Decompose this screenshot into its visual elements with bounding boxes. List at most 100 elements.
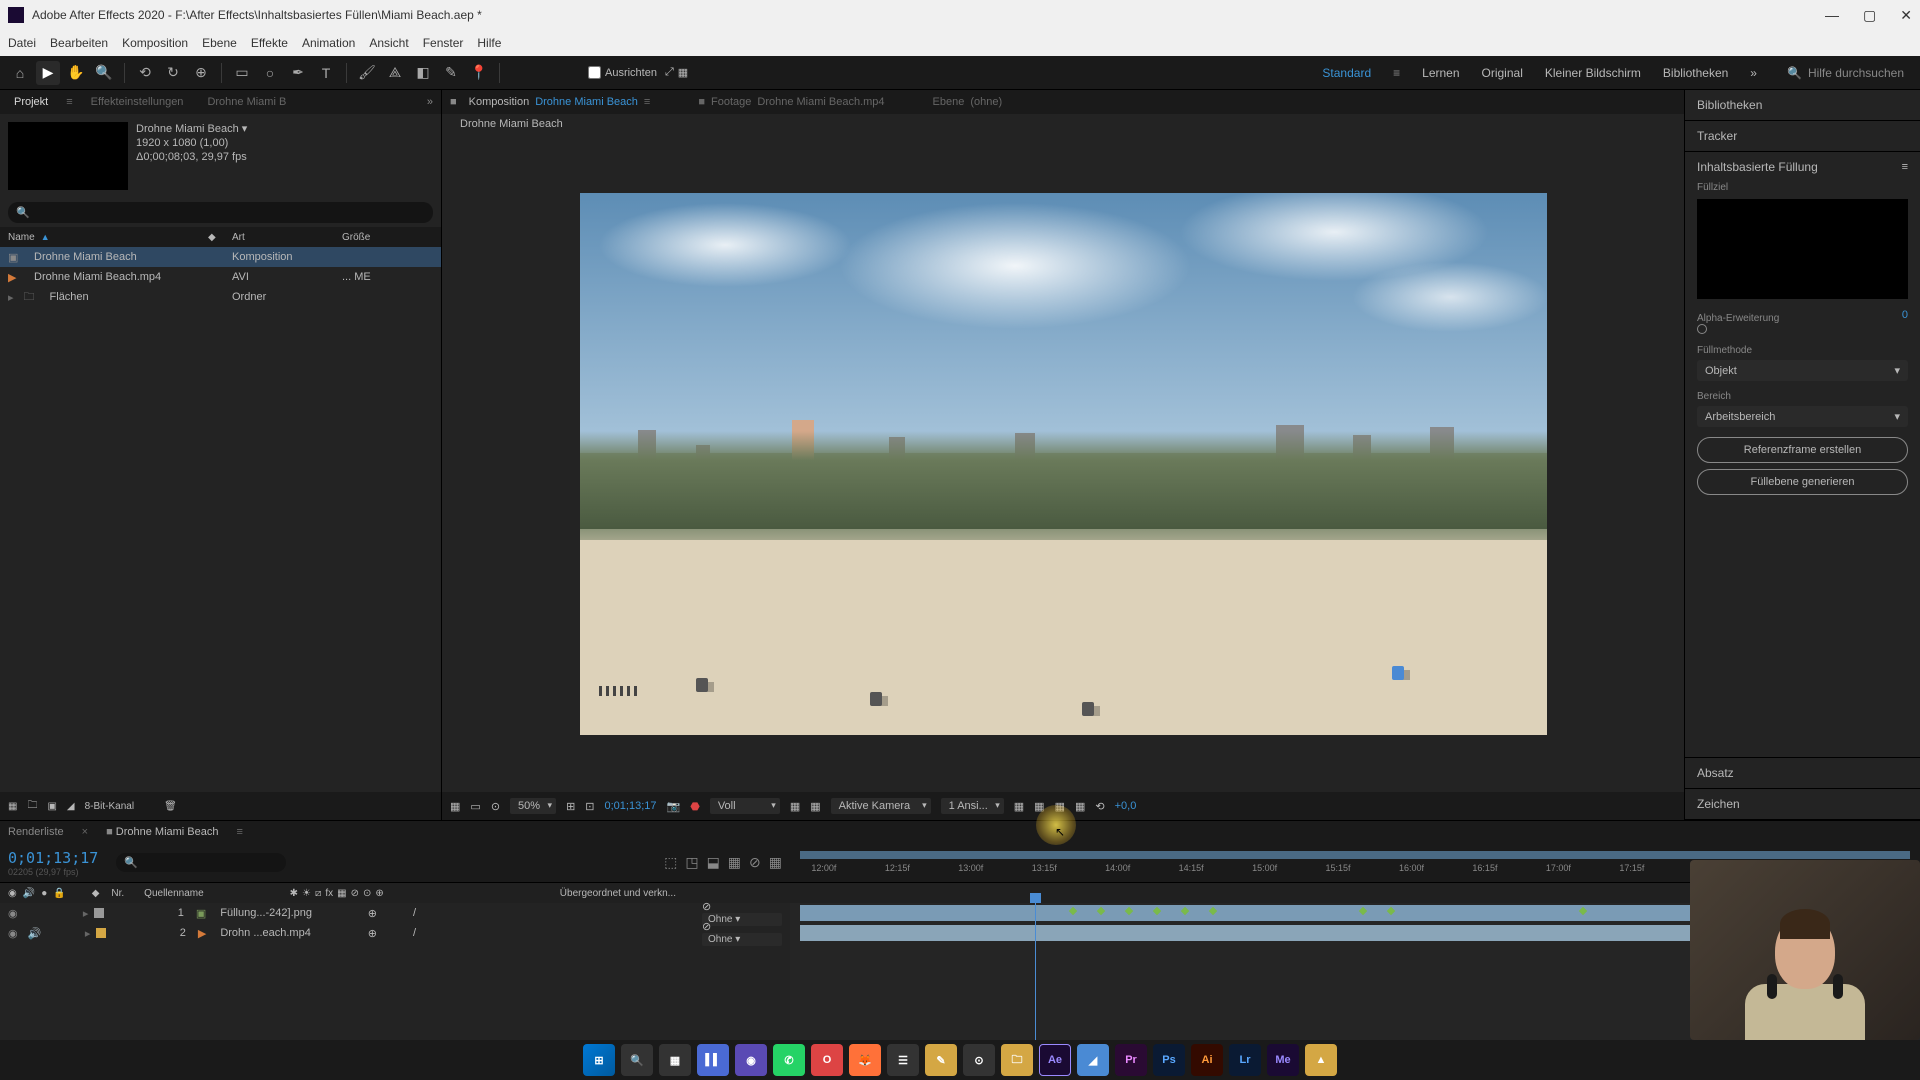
snapshot-icon[interactable]: 📷 xyxy=(667,800,681,813)
new-comp-icon[interactable]: ▣ xyxy=(47,801,56,812)
audio-toggle[interactable]: 🔊 xyxy=(28,927,42,940)
taskbar-photoshop[interactable]: Ps xyxy=(1153,1044,1185,1076)
work-area-bar[interactable] xyxy=(800,851,1910,859)
visibility-toggle[interactable]: ◉ xyxy=(8,927,22,940)
switch-icon[interactable]: ⊕ xyxy=(375,888,383,899)
expand-icon[interactable]: ▸ xyxy=(8,291,14,304)
range-dropdown[interactable]: Arbeitsbereich▾ xyxy=(1697,406,1908,427)
workspace-kleiner[interactable]: Kleiner Bildschirm xyxy=(1545,66,1641,80)
graph-editor-icon[interactable]: ▦ xyxy=(769,854,782,871)
switch-icon[interactable]: ▦ xyxy=(337,888,346,899)
selection-tool[interactable]: ▶ xyxy=(36,61,60,85)
toggle-mask-icon[interactable]: ▭ xyxy=(470,800,480,813)
keyframe[interactable] xyxy=(1097,907,1105,915)
label-swatch[interactable] xyxy=(94,908,104,918)
workspace-bibliotheken[interactable]: Bibliotheken xyxy=(1663,66,1728,80)
comp-breadcrumb[interactable]: Drohne Miami Beach xyxy=(442,114,1684,136)
text-tool[interactable]: T xyxy=(314,61,338,85)
menu-effekte[interactable]: Effekte xyxy=(251,36,288,50)
lock-column-icon[interactable]: 🔒 xyxy=(53,888,65,899)
tab-footage[interactable]: ■ Footage Drohne Miami Beach.mp4 xyxy=(698,96,884,108)
taskbar-media-encoder[interactable]: Me xyxy=(1267,1044,1299,1076)
bpc-label[interactable]: 8-Bit-Kanal xyxy=(85,801,134,812)
taskbar-app[interactable]: ◉ xyxy=(735,1044,767,1076)
tab-menu-icon[interactable]: ≡ xyxy=(237,826,243,838)
taskbar-app[interactable]: ▲ xyxy=(1305,1044,1337,1076)
method-dropdown[interactable]: Objekt▾ xyxy=(1697,360,1908,381)
home-button[interactable]: ⌂ xyxy=(8,61,32,85)
panel-libraries[interactable]: Bibliotheken xyxy=(1685,90,1920,121)
taskbar-whatsapp[interactable]: ✆ xyxy=(773,1044,805,1076)
toggle-alpha-icon[interactable]: ▦ xyxy=(450,800,460,813)
taskbar-firefox[interactable]: 🦊 xyxy=(849,1044,881,1076)
menu-ansicht[interactable]: Ansicht xyxy=(369,36,408,50)
keyframe[interactable] xyxy=(1359,907,1367,915)
keyframe[interactable] xyxy=(1153,907,1161,915)
view-icon-2[interactable]: ▦ xyxy=(1034,800,1044,813)
tab-layer[interactable]: Ebene (ohne) xyxy=(933,96,1003,108)
tab-render-queue[interactable]: Renderliste xyxy=(8,826,64,838)
tab-project[interactable]: Projekt xyxy=(8,92,54,112)
taskbar-app[interactable]: O xyxy=(811,1044,843,1076)
view-icon-4[interactable]: ▦ xyxy=(1075,800,1085,813)
col-name[interactable]: Name xyxy=(8,232,35,243)
tab-overflow-icon[interactable]: » xyxy=(427,96,433,108)
create-reference-frame-button[interactable]: Referenzframe erstellen xyxy=(1697,437,1908,463)
draft-3d-icon[interactable]: ◳ xyxy=(685,854,698,871)
workspace-menu-icon[interactable]: ≡ xyxy=(1393,66,1400,80)
layer-row-2[interactable]: ◉ 🔊 ▸ 2 ▶ Drohn ...each.mp4 ⊕ / ⊘ Ohne ▾ xyxy=(0,923,790,943)
menu-fenster[interactable]: Fenster xyxy=(423,36,464,50)
workspace-more-icon[interactable]: » xyxy=(1750,66,1757,80)
clone-tool[interactable]: ⟁ xyxy=(383,61,407,85)
taskbar-search[interactable]: 🔍 xyxy=(621,1044,653,1076)
timecode-display[interactable]: 0;01;13;17 xyxy=(605,800,657,812)
col-source[interactable]: Quellenname xyxy=(144,888,203,899)
project-thumbnail[interactable] xyxy=(8,122,128,190)
taskbar-files[interactable]: 🗀 xyxy=(1001,1044,1033,1076)
resolution-dropdown[interactable]: Voll xyxy=(710,798,780,814)
taskbar-after-effects[interactable]: Ae xyxy=(1039,1044,1071,1076)
view-icon-3[interactable]: ▦ xyxy=(1055,800,1065,813)
guides-icon[interactable]: ⊡ xyxy=(585,800,594,813)
toggle-icon[interactable]: ⊙ xyxy=(491,800,500,813)
alpha-slider[interactable] xyxy=(1697,324,1707,334)
taskbar-app[interactable]: ✎ xyxy=(925,1044,957,1076)
camera-dropdown[interactable]: Aktive Kamera xyxy=(831,798,931,814)
playhead[interactable] xyxy=(1035,903,1036,1058)
zoom-dropdown[interactable]: 50% xyxy=(510,798,556,814)
project-item-video[interactable]: ▶Drohne Miami Beach.mp4 AVI ... ME xyxy=(0,267,441,287)
workspace-original[interactable]: Original xyxy=(1482,66,1523,80)
switch-icon[interactable]: fx xyxy=(325,888,333,899)
keyframe[interactable] xyxy=(1125,907,1133,915)
current-timecode[interactable]: 0;01;13;17 xyxy=(8,849,98,867)
composition-viewer[interactable] xyxy=(442,136,1684,792)
project-search[interactable]: 🔍 xyxy=(8,202,433,223)
col-label-icon[interactable]: ◆ xyxy=(208,232,232,243)
roto-tool[interactable]: ✎ xyxy=(439,61,463,85)
snap-checkbox[interactable] xyxy=(588,66,601,79)
taskbar-app[interactable]: ☰ xyxy=(887,1044,919,1076)
keyframe[interactable] xyxy=(1579,907,1587,915)
tab-menu-icon[interactable]: ≡ xyxy=(644,96,650,108)
keyframe[interactable] xyxy=(1181,907,1189,915)
trash-icon[interactable]: 🗑 xyxy=(164,801,177,812)
maximize-button[interactable]: ▢ xyxy=(1863,7,1876,24)
panel-character[interactable]: Zeichen xyxy=(1685,789,1920,820)
taskbar-taskview[interactable]: ▦ xyxy=(659,1044,691,1076)
eraser-tool[interactable]: ◧ xyxy=(411,61,435,85)
switch-icon[interactable]: ⊙ xyxy=(363,888,371,899)
parent-pickwhip-icon[interactable]: ⊘ xyxy=(702,901,711,913)
workspace-standard[interactable]: Standard xyxy=(1322,66,1371,80)
channel-icon[interactable]: ⬣ xyxy=(690,800,700,813)
exposure-value[interactable]: +0,0 xyxy=(1115,800,1137,812)
switch-cell[interactable]: ⊕ xyxy=(368,907,377,920)
shy-icon[interactable]: ⬓ xyxy=(707,854,720,871)
frame-blend-icon[interactable]: ▦ xyxy=(728,854,741,871)
panel-menu-icon[interactable]: ≡ xyxy=(1902,161,1908,173)
taskbar-start[interactable]: ⊞ xyxy=(583,1044,615,1076)
workspace-lernen[interactable]: Lernen xyxy=(1422,66,1459,80)
reset-exposure-icon[interactable]: ⟲ xyxy=(1095,800,1104,813)
panel-tracker[interactable]: Tracker xyxy=(1685,121,1920,152)
taskbar-obs[interactable]: ⊙ xyxy=(963,1044,995,1076)
taskbar-lightroom[interactable]: Lr xyxy=(1229,1044,1261,1076)
